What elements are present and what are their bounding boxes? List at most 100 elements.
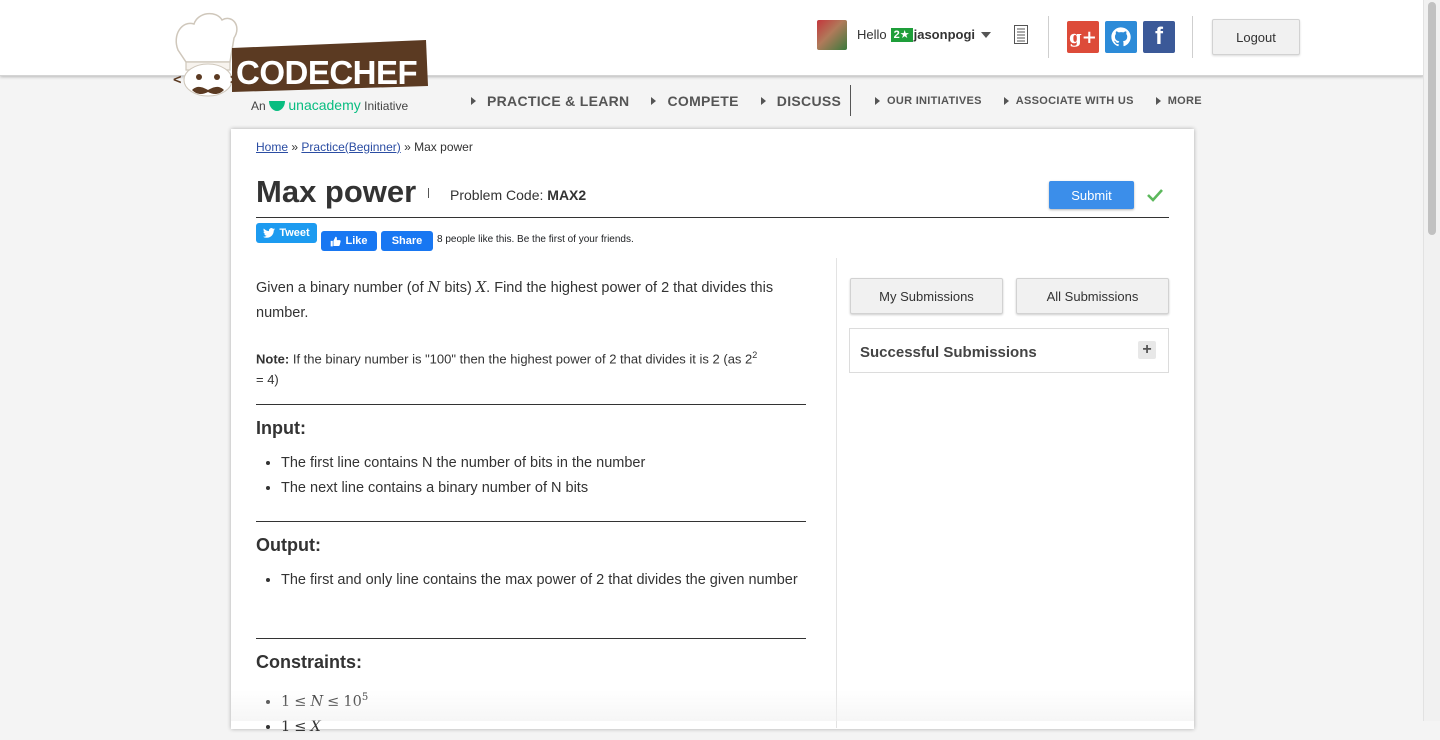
math-operator: ≤ [327, 693, 340, 710]
breadcrumb-practice[interactable]: Practice(Beginner) [301, 140, 400, 154]
math-operator: ≤ [294, 693, 307, 710]
statement-text: Given a binary number (of [256, 280, 424, 296]
notes-icon[interactable] [1014, 25, 1028, 44]
title-rule [256, 217, 1169, 218]
nav-associate-with-us[interactable]: ASSOCIATE WITH US [1003, 95, 1134, 107]
facebook-like-button[interactable]: Like [321, 231, 377, 251]
username: jasonpogi [913, 27, 975, 42]
like-label: Like [345, 235, 368, 247]
breadcrumb-separator: » [291, 140, 299, 154]
nav-practice-learn[interactable]: PRACTICE & LEARN [471, 93, 629, 109]
tweet-label: Tweet [279, 227, 310, 239]
google-plus-icon[interactable]: g+ [1067, 21, 1099, 53]
problem-code-label: Problem Code: [450, 187, 544, 203]
input-heading: Input: [256, 418, 306, 438]
note-label: Note: [256, 351, 290, 367]
submit-button[interactable]: Submit [1049, 181, 1134, 209]
math-number: 1 [281, 693, 291, 710]
math-var-x: X [310, 718, 321, 735]
scrollbar-thumb[interactable] [1428, 2, 1436, 235]
note-text: If the binary number is "100" then the h… [292, 351, 753, 367]
math-exponent: 5 [361, 692, 369, 703]
caret-right-icon [760, 97, 766, 105]
caret-right-icon [1003, 97, 1009, 105]
avatar[interactable] [817, 20, 847, 50]
problem-note: Note: If the binary number is "100" then… [256, 345, 806, 390]
nav-divider [850, 85, 851, 116]
constraints-heading: Constraints: [256, 652, 363, 672]
tagline-prefix: An [251, 99, 266, 113]
note-text-end: = 4) [256, 372, 279, 388]
column-divider [836, 258, 837, 728]
input-list: The first line contains N the number of … [256, 451, 831, 501]
problem-statement: Given a binary number (of N bits) X. Fin… [256, 276, 806, 326]
list-item: The next line contains a binary number o… [281, 476, 831, 501]
svg-text:<: < [173, 72, 181, 88]
user-dropdown-caret-icon[interactable] [981, 32, 991, 38]
caret-right-icon [471, 97, 476, 105]
math-var-n: N [427, 280, 441, 296]
unacademy-logo-icon [269, 101, 286, 111]
note-superscript: 2 [752, 350, 758, 360]
twitter-bird-icon [263, 228, 276, 238]
nav-label: PRACTICE & LEARN [487, 93, 630, 109]
math-var-x: X [475, 280, 487, 296]
nav-label: MORE [1167, 95, 1202, 107]
nav-label: DISCUSS [776, 93, 842, 109]
math-operator: ≤ [294, 718, 307, 735]
header-divider [1192, 16, 1193, 58]
logout-button[interactable]: Logout [1212, 19, 1300, 55]
problem-code-value: MAX2 [547, 187, 587, 203]
successful-submissions-title: Successful Submissions [860, 344, 1037, 361]
list-item: 1 ≤ N ≤ 105 [281, 685, 831, 715]
github-icon[interactable] [1105, 21, 1137, 53]
main-nav: PRACTICE & LEARN COMPETE DISCUSS [471, 93, 841, 109]
nav-label: COMPETE [667, 93, 739, 109]
constraints-list: 1 ≤ N ≤ 105 1 ≤ X [256, 685, 831, 740]
math-var-n: N [310, 693, 324, 710]
expand-plus-icon[interactable]: + [1138, 341, 1156, 359]
facebook-icon[interactable]: f [1143, 21, 1175, 53]
output-list: The first and only line contains the max… [256, 568, 831, 593]
statement-text: bits) [444, 280, 472, 296]
section-divider [256, 404, 806, 405]
nav-discuss[interactable]: DISCUSS [760, 93, 842, 109]
my-submissions-button[interactable]: My Submissions [850, 278, 1003, 314]
all-submissions-button[interactable]: All Submissions [1016, 278, 1169, 314]
problem-code: Problem Code: MAX2 [450, 187, 586, 203]
facebook-like-count: 8 people like this. Be the first of your… [437, 234, 634, 245]
secondary-nav: OUR INITIATIVES ASSOCIATE WITH US MORE [875, 93, 1202, 109]
output-heading: Output: [256, 535, 321, 555]
caret-right-icon [651, 97, 657, 105]
nav-compete[interactable]: COMPETE [651, 93, 738, 109]
greeting-text: Hello [857, 27, 887, 42]
facebook-share-button[interactable]: Share [381, 231, 433, 251]
math-number: 1 [281, 718, 291, 735]
tagline-suffix: Initiative [364, 99, 409, 113]
list-item: The first and only line contains the max… [281, 568, 831, 593]
logo-tagline: An unacademy Initiative [251, 97, 408, 113]
successful-submissions-panel[interactable]: Successful Submissions + [849, 328, 1169, 373]
problem-card [231, 129, 1194, 729]
title-divider [428, 188, 429, 198]
header-divider [1048, 16, 1049, 58]
rating-badge: 2★ [890, 28, 913, 42]
tagline-brand: unacademy [288, 97, 361, 113]
breadcrumb-current: Max power [414, 140, 473, 154]
thumbs-up-icon [331, 236, 342, 246]
page-title: Max power [256, 174, 417, 209]
nav-our-initiatives[interactable]: OUR INITIATIVES [875, 95, 982, 107]
breadcrumb-home[interactable]: Home [256, 140, 288, 154]
nav-more[interactable]: MORE [1155, 95, 1202, 107]
user-greeting[interactable]: Hello 2★ jasonpogi [857, 27, 975, 42]
solved-check-icon [1147, 189, 1163, 202]
section-divider [256, 521, 806, 522]
page-scrollbar[interactable] [1423, 0, 1440, 721]
section-divider [256, 638, 806, 639]
svg-text:CODECHEF: CODECHEF [236, 54, 417, 91]
tweet-button[interactable]: Tweet [256, 223, 317, 243]
list-item: 1 ≤ X [281, 715, 831, 740]
nav-label: OUR INITIATIVES [887, 95, 982, 107]
breadcrumb: Home » Practice(Beginner) » Max power [256, 140, 473, 154]
caret-right-icon [875, 97, 880, 105]
